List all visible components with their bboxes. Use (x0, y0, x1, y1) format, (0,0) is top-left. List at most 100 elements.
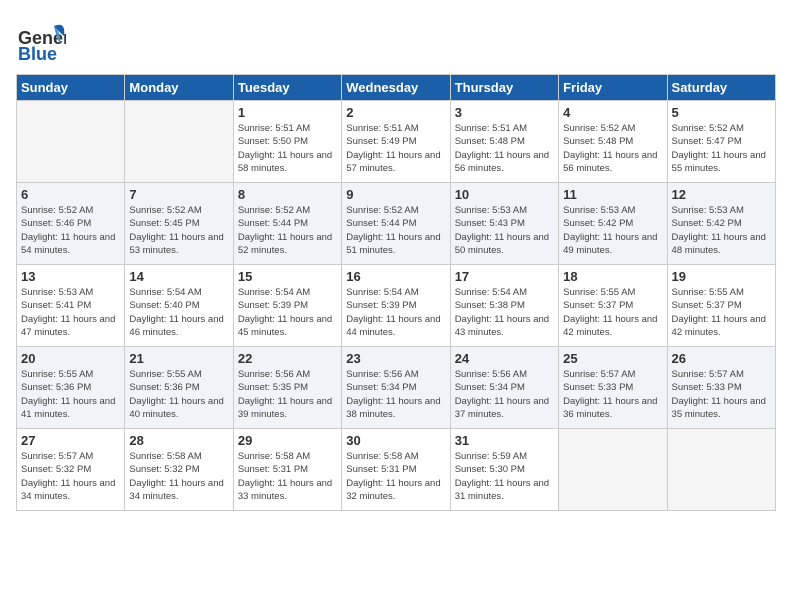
day-number: 21 (129, 351, 228, 366)
day-info: Sunrise: 5:53 AMSunset: 5:42 PMDaylight:… (672, 204, 771, 257)
day-number: 8 (238, 187, 337, 202)
day-number: 9 (346, 187, 445, 202)
day-info: Sunrise: 5:55 AMSunset: 5:37 PMDaylight:… (672, 286, 771, 339)
calendar-table: SundayMondayTuesdayWednesdayThursdayFrid… (16, 74, 776, 511)
calendar-cell: 17 Sunrise: 5:54 AMSunset: 5:38 PMDayligh… (450, 265, 558, 347)
day-info: Sunrise: 5:54 AMSunset: 5:40 PMDaylight:… (129, 286, 228, 339)
day-number: 31 (455, 433, 554, 448)
day-header-saturday: Saturday (667, 75, 775, 101)
calendar-cell: 5Sunrise: 5:52 AMSunset: 5:47 PMDaylight… (667, 101, 775, 183)
day-number: 26 (672, 351, 771, 366)
day-number: 6 (21, 187, 120, 202)
calendar-cell: 12 Sunrise: 5:53 AMSunset: 5:42 PMDayligh… (667, 183, 775, 265)
calendar-cell: 25Sunrise: 5:57 AMSunset: 5:33 PMDayligh… (559, 347, 667, 429)
day-info: Sunrise: 5:52 AMSunset: 5:46 PMDaylight:… (21, 204, 120, 257)
calendar-cell: 22 Sunrise: 5:56 AMSunset: 5:35 PMDayligh… (233, 347, 341, 429)
day-info: Sunrise: 5:51 AMSunset: 5:48 PMDaylight:… (455, 122, 554, 175)
day-info: Sunrise: 5:54 AMSunset: 5:39 PMDaylight:… (238, 286, 337, 339)
day-number: 25 (563, 351, 662, 366)
calendar-cell: 4 Sunrise: 5:52 AMSunset: 5:48 PMDaylight… (559, 101, 667, 183)
day-number: 19 (672, 269, 771, 284)
day-info: Sunrise: 5:57 AMSunset: 5:33 PMDaylight:… (672, 368, 771, 421)
calendar-cell: 29 Sunrise: 5:58 AMSunset: 5:31 PMDayligh… (233, 429, 341, 511)
day-header-tuesday: Tuesday (233, 75, 341, 101)
day-info: Sunrise: 5:58 AMSunset: 5:31 PMDaylight:… (238, 450, 337, 503)
calendar-cell: 16 Sunrise: 5:54 AMSunset: 5:39 PMDayligh… (342, 265, 450, 347)
day-info: Sunrise: 5:58 AMSunset: 5:31 PMDaylight:… (346, 450, 445, 503)
day-number: 12 (672, 187, 771, 202)
calendar-cell: 1Sunrise: 5:51 AMSunset: 5:50 PMDaylight… (233, 101, 341, 183)
calendar-week-1: 1Sunrise: 5:51 AMSunset: 5:50 PMDaylight… (17, 101, 776, 183)
calendar-week-3: 13Sunrise: 5:53 AMSunset: 5:41 PMDayligh… (17, 265, 776, 347)
day-info: Sunrise: 5:54 AMSunset: 5:38 PMDaylight:… (455, 286, 554, 339)
day-number: 16 (346, 269, 445, 284)
day-info: Sunrise: 5:53 AMSunset: 5:43 PMDaylight:… (455, 204, 554, 257)
calendar-cell: 26 Sunrise: 5:57 AMSunset: 5:33 PMDayligh… (667, 347, 775, 429)
day-number: 17 (455, 269, 554, 284)
day-info: Sunrise: 5:55 AMSunset: 5:36 PMDaylight:… (129, 368, 228, 421)
calendar-week-4: 20 Sunrise: 5:55 AMSunset: 5:36 PMDayligh… (17, 347, 776, 429)
calendar-cell: 20 Sunrise: 5:55 AMSunset: 5:36 PMDayligh… (17, 347, 125, 429)
calendar-week-2: 6 Sunrise: 5:52 AMSunset: 5:46 PMDaylight… (17, 183, 776, 265)
day-number: 28 (129, 433, 228, 448)
day-info: Sunrise: 5:56 AMSunset: 5:34 PMDaylight:… (346, 368, 445, 421)
calendar-cell: 7 Sunrise: 5:52 AMSunset: 5:45 PMDaylight… (125, 183, 233, 265)
calendar-cell: 28 Sunrise: 5:58 AMSunset: 5:32 PMDayligh… (125, 429, 233, 511)
day-number: 2 (346, 105, 445, 120)
page-header: General Blue (16, 16, 776, 66)
day-info: Sunrise: 5:52 AMSunset: 5:48 PMDaylight:… (563, 122, 662, 175)
calendar-cell: 19 Sunrise: 5:55 AMSunset: 5:37 PMDayligh… (667, 265, 775, 347)
calendar-cell: 23 Sunrise: 5:56 AMSunset: 5:34 PMDayligh… (342, 347, 450, 429)
calendar-cell: 15 Sunrise: 5:54 AMSunset: 5:39 PMDayligh… (233, 265, 341, 347)
day-info: Sunrise: 5:52 AMSunset: 5:45 PMDaylight:… (129, 204, 228, 257)
calendar-cell (17, 101, 125, 183)
day-info: Sunrise: 5:51 AMSunset: 5:49 PMDaylight:… (346, 122, 445, 175)
calendar-header-row: SundayMondayTuesdayWednesdayThursdayFrid… (17, 75, 776, 101)
day-number: 4 (563, 105, 662, 120)
calendar-week-5: 27 Sunrise: 5:57 AMSunset: 5:32 PMDayligh… (17, 429, 776, 511)
day-number: 7 (129, 187, 228, 202)
day-info: Sunrise: 5:57 AMSunset: 5:32 PMDaylight:… (21, 450, 120, 503)
calendar-cell: 31Sunrise: 5:59 AMSunset: 5:30 PMDayligh… (450, 429, 558, 511)
day-number: 27 (21, 433, 120, 448)
day-number: 15 (238, 269, 337, 284)
day-number: 11 (563, 187, 662, 202)
calendar-cell: 6 Sunrise: 5:52 AMSunset: 5:46 PMDaylight… (17, 183, 125, 265)
day-number: 10 (455, 187, 554, 202)
day-number: 13 (21, 269, 120, 284)
calendar-cell (667, 429, 775, 511)
day-number: 30 (346, 433, 445, 448)
day-number: 23 (346, 351, 445, 366)
calendar-cell: 21 Sunrise: 5:55 AMSunset: 5:36 PMDayligh… (125, 347, 233, 429)
day-info: Sunrise: 5:54 AMSunset: 5:39 PMDaylight:… (346, 286, 445, 339)
day-info: Sunrise: 5:56 AMSunset: 5:35 PMDaylight:… (238, 368, 337, 421)
calendar-cell: 13Sunrise: 5:53 AMSunset: 5:41 PMDayligh… (17, 265, 125, 347)
day-info: Sunrise: 5:52 AMSunset: 5:47 PMDaylight:… (672, 122, 771, 175)
day-number: 20 (21, 351, 120, 366)
svg-text:Blue: Blue (18, 44, 57, 64)
day-info: Sunrise: 5:51 AMSunset: 5:50 PMDaylight:… (238, 122, 337, 175)
day-info: Sunrise: 5:55 AMSunset: 5:37 PMDaylight:… (563, 286, 662, 339)
day-number: 22 (238, 351, 337, 366)
day-info: Sunrise: 5:58 AMSunset: 5:32 PMDaylight:… (129, 450, 228, 503)
day-info: Sunrise: 5:55 AMSunset: 5:36 PMDaylight:… (21, 368, 120, 421)
day-header-friday: Friday (559, 75, 667, 101)
calendar-cell: 18 Sunrise: 5:55 AMSunset: 5:37 PMDayligh… (559, 265, 667, 347)
calendar-cell: 3Sunrise: 5:51 AMSunset: 5:48 PMDaylight… (450, 101, 558, 183)
calendar-cell: 27 Sunrise: 5:57 AMSunset: 5:32 PMDayligh… (17, 429, 125, 511)
calendar-cell: 10 Sunrise: 5:53 AMSunset: 5:43 PMDayligh… (450, 183, 558, 265)
day-number: 18 (563, 269, 662, 284)
calendar-cell: 11Sunrise: 5:53 AMSunset: 5:42 PMDayligh… (559, 183, 667, 265)
day-header-sunday: Sunday (17, 75, 125, 101)
day-header-monday: Monday (125, 75, 233, 101)
day-header-wednesday: Wednesday (342, 75, 450, 101)
day-header-thursday: Thursday (450, 75, 558, 101)
day-info: Sunrise: 5:52 AMSunset: 5:44 PMDaylight:… (346, 204, 445, 257)
calendar-cell (559, 429, 667, 511)
calendar-cell (125, 101, 233, 183)
day-number: 14 (129, 269, 228, 284)
day-info: Sunrise: 5:52 AMSunset: 5:44 PMDaylight:… (238, 204, 337, 257)
day-number: 29 (238, 433, 337, 448)
logo: General Blue (16, 16, 68, 66)
calendar-cell: 2 Sunrise: 5:51 AMSunset: 5:49 PMDaylight… (342, 101, 450, 183)
